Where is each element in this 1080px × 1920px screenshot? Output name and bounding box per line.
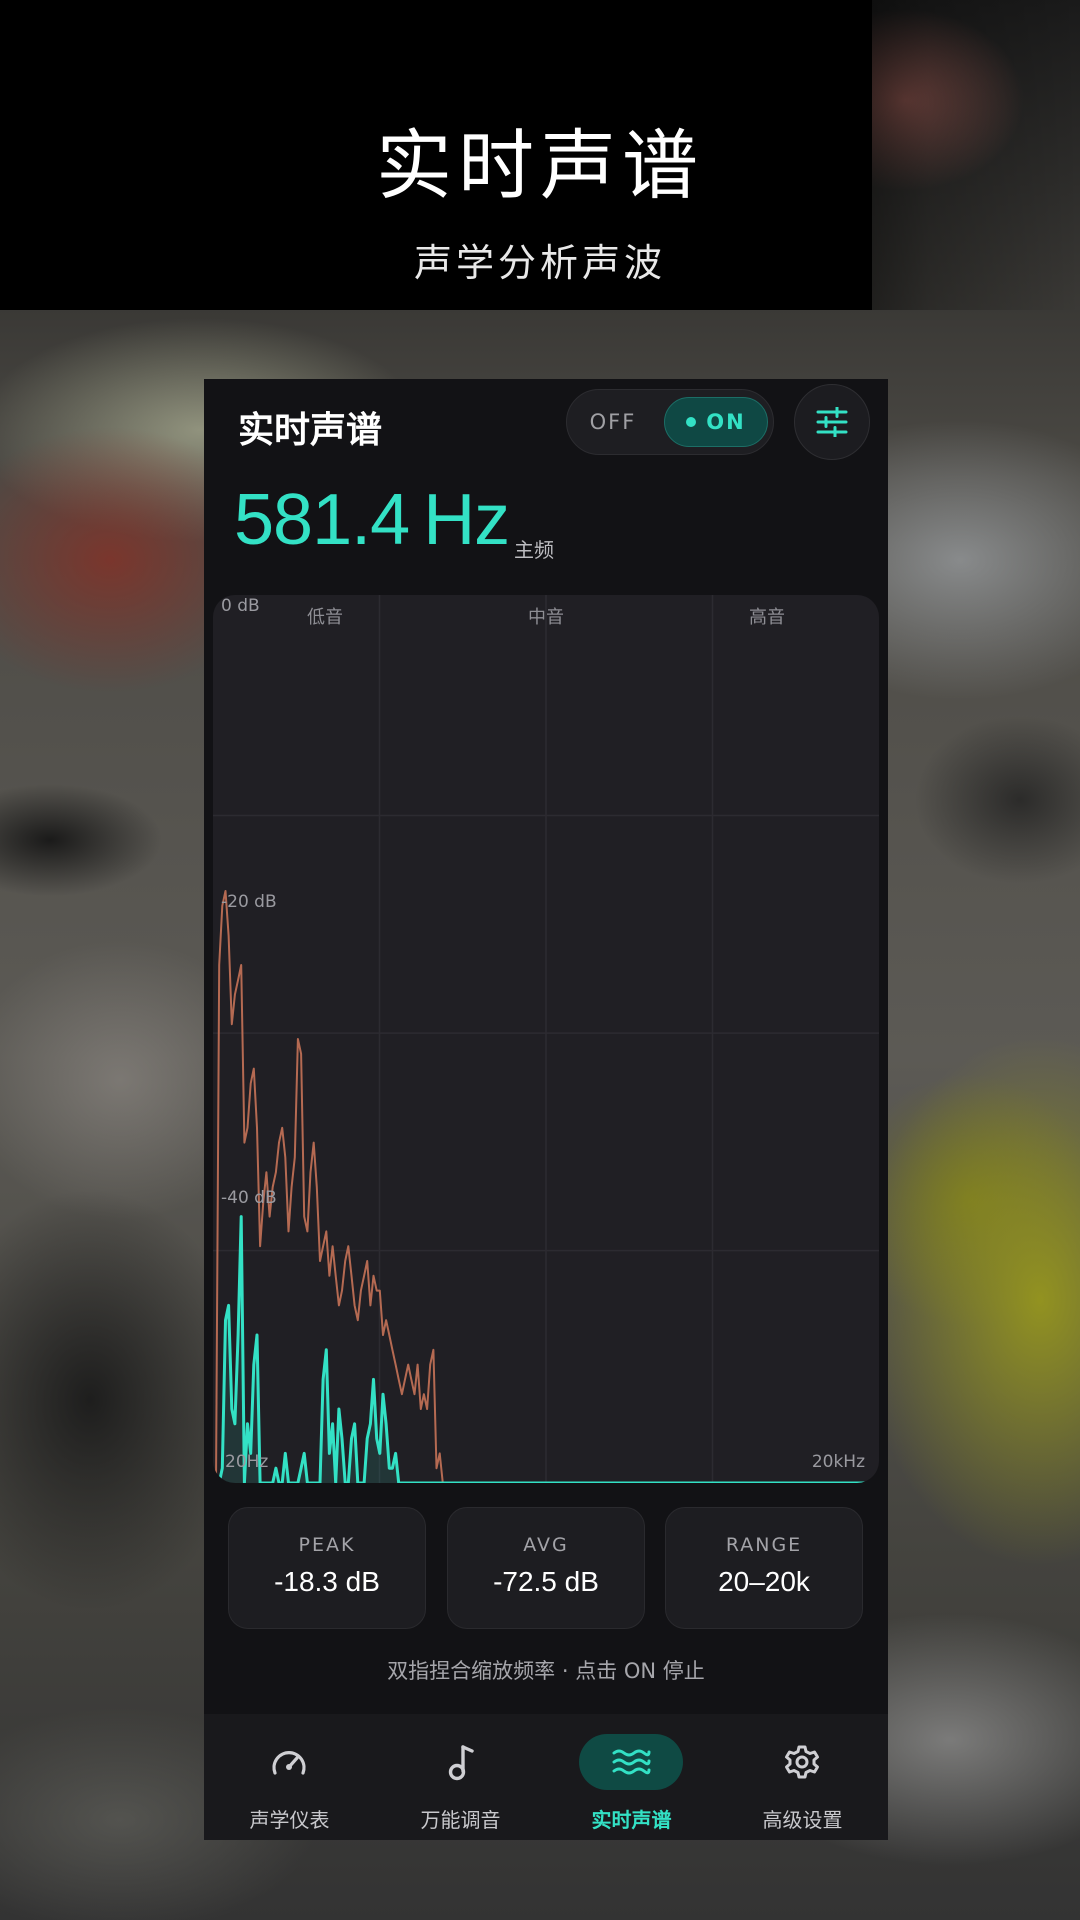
stat-value: 20–20k <box>718 1566 810 1597</box>
band-label-low: 低音 <box>307 607 343 628</box>
stat-card-avg: AVG -72.5 dB <box>447 1507 645 1629</box>
waves-icon <box>612 1749 651 1775</box>
promo-subtitle: 声学分析声波 <box>413 241 666 285</box>
frequency-unit: Hz <box>423 480 510 560</box>
toggle-on-option[interactable]: ON <box>664 397 768 447</box>
band-label-mid: 中音 <box>528 607 564 628</box>
nav-item-acoustic-meter[interactable]: 声学仪表 <box>204 1714 375 1840</box>
nav-item-spectrum[interactable]: 实时声谱 <box>546 1714 717 1840</box>
app-screen: 实时声谱 OFF ON 581.4 Hz 主频 低音 中音 高音 0 dB -2… <box>204 379 888 1840</box>
db-tick-40: -40 dB <box>221 1188 277 1208</box>
band-label-high: 高音 <box>749 607 785 628</box>
sliders-icon <box>816 407 848 437</box>
frequency-label: 主频 <box>514 538 554 562</box>
spectrum-chart[interactable]: 低音 中音 高音 0 dB -20 dB -40 dB 20Hz 20kHz <box>213 595 879 1483</box>
stat-value: -72.5 dB <box>493 1566 599 1597</box>
bottom-navigation: 声学仪表 万能调音 实时声谱 高级设置 <box>204 1714 888 1840</box>
live-series-fill <box>216 1216 879 1483</box>
db-tick-0: 0 dB <box>221 596 260 616</box>
chart-grid <box>213 595 879 1483</box>
live-series-line <box>216 1215 879 1483</box>
nav-item-advanced-settings[interactable]: 高级设置 <box>717 1714 888 1840</box>
gear-icon <box>785 1745 819 1779</box>
nav-icon-container <box>750 1734 854 1790</box>
dominant-frequency: 581.4 Hz <box>234 479 510 561</box>
filter-settings-button[interactable] <box>794 384 870 460</box>
stat-value: -18.3 dB <box>274 1566 380 1597</box>
music-note-icon <box>448 1745 474 1781</box>
x-tick-max: 20kHz <box>812 1452 865 1472</box>
stat-card-range: RANGE 20–20k <box>665 1507 863 1629</box>
stat-card-peak: PEAK -18.3 dB <box>228 1507 426 1629</box>
stat-label: PEAK <box>298 1534 356 1556</box>
nav-item-tuner[interactable]: 万能调音 <box>375 1714 546 1840</box>
page-title: 实时声谱 <box>238 410 383 451</box>
nav-label: 高级设置 <box>762 1808 843 1832</box>
toggle-on-label: ON <box>706 410 746 434</box>
db-tick-20: -20 dB <box>221 892 277 912</box>
nav-label: 万能调音 <box>420 1808 501 1832</box>
capture-toggle[interactable]: OFF ON <box>566 389 774 455</box>
nav-icon-container <box>237 1734 341 1790</box>
nav-label: 实时声谱 <box>591 1808 672 1832</box>
status-dot-icon <box>686 417 697 427</box>
gesture-hint: 双指捏合缩放频率 · 点击 ON 停止 <box>387 1659 705 1683</box>
peak-hold-series-line <box>215 890 446 1483</box>
nav-label: 声学仪表 <box>249 1808 330 1832</box>
nav-icon-container <box>408 1734 512 1790</box>
gauge-icon <box>272 1751 306 1775</box>
nav-icon-container <box>579 1734 683 1790</box>
promo-title: 实时声谱 <box>376 121 704 210</box>
spectrum-plot: 低音 中音 高音 0 dB -20 dB -40 dB 20Hz 20kHz <box>213 595 879 1483</box>
frequency-value: 581.4 <box>234 480 410 560</box>
stat-label: RANGE <box>725 1534 803 1556</box>
x-tick-min: 20Hz <box>225 1452 268 1472</box>
stat-label: AVG <box>523 1534 569 1556</box>
toggle-off-option[interactable]: OFF <box>583 410 643 434</box>
